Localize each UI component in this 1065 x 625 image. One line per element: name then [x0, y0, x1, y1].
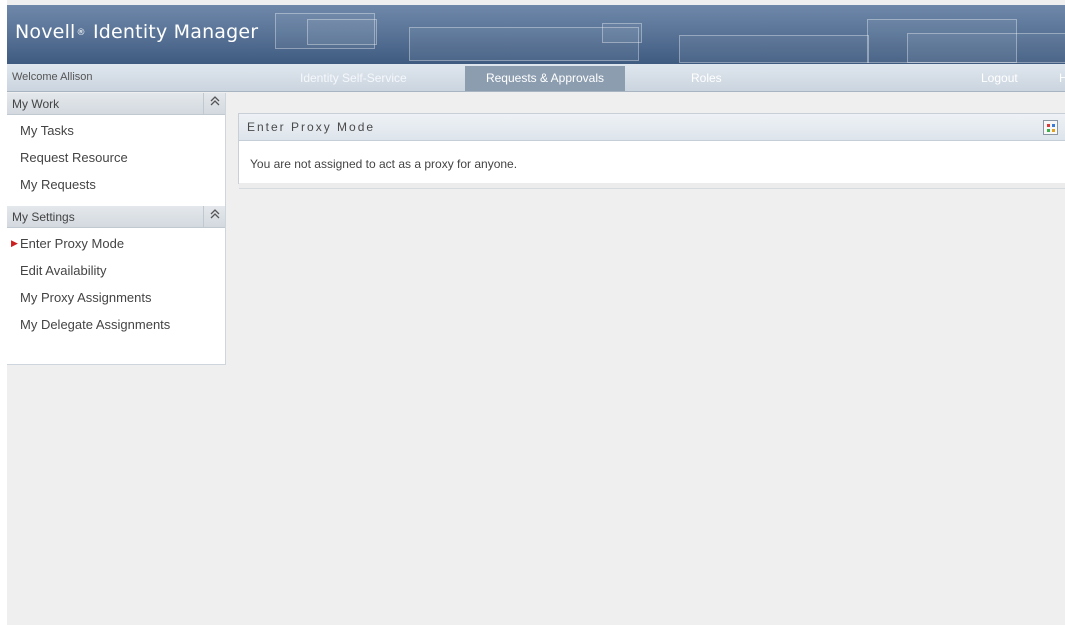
section-header-my-settings: My Settings [7, 206, 225, 228]
section-items-my-work: My Tasks Request Resource My Requests [7, 115, 225, 198]
banner-decoration [307, 19, 377, 45]
sidebar-item-enter-proxy-mode[interactable]: ▶ Enter Proxy Mode [7, 230, 225, 257]
panel-header: Enter Proxy Mode [239, 114, 1065, 141]
sidebar-item-request-resource[interactable]: Request Resource [7, 144, 225, 171]
proxy-mode-panel: Enter Proxy Mode You are not assigned to… [238, 113, 1065, 189]
section-title: My Settings [12, 210, 75, 224]
section-items-my-settings: ▶ Enter Proxy Mode Edit Availability My P… [7, 228, 225, 338]
sidebar-item-my-tasks[interactable]: My Tasks [7, 117, 225, 144]
welcome-text: Welcome Allison [12, 71, 93, 83]
registered-mark: ® [76, 27, 86, 38]
double-chevron-up-icon[interactable] [203, 93, 225, 114]
double-chevron-up-icon[interactable] [203, 206, 225, 227]
tab-identity-self-service[interactable]: Identity Self-Service [292, 66, 415, 91]
app-title-suffix: Identity Manager [86, 21, 259, 43]
help-link[interactable]: H [1059, 66, 1065, 91]
app-title-prefix: Novell [15, 21, 76, 43]
sidebar-item-my-requests[interactable]: My Requests [7, 171, 225, 198]
sidebar: My Work My Tasks Request Resource My Req… [7, 93, 226, 365]
sidebar-item-my-proxy-assignments[interactable]: My Proxy Assignments [7, 284, 225, 311]
app-title: Novell® Identity Manager [15, 21, 258, 43]
section-header-my-work: My Work [7, 93, 225, 115]
app-banner: Novell® Identity Manager [7, 5, 1065, 64]
banner-decoration [907, 33, 1065, 63]
sidebar-item-label: Enter Proxy Mode [20, 236, 125, 251]
active-arrow-icon: ▶ [11, 238, 18, 248]
logout-link[interactable]: Logout [981, 66, 1018, 91]
tab-requests-approvals[interactable]: Requests & Approvals [465, 66, 625, 91]
top-nav: Welcome Allison Identity Self-Service Re… [7, 64, 1065, 92]
panel-footer [239, 183, 1065, 189]
banner-decoration [679, 35, 869, 63]
panel-message: You are not assigned to act as a proxy f… [250, 157, 518, 171]
sidebar-item-edit-availability[interactable]: Edit Availability [7, 257, 225, 284]
app-frame: Novell® Identity Manager Welcome Allison… [7, 0, 1065, 625]
panel-title: Enter Proxy Mode [247, 120, 376, 134]
sidebar-item-my-delegate-assignments[interactable]: My Delegate Assignments [7, 311, 225, 338]
panel-menu-icon[interactable] [1043, 120, 1058, 135]
banner-decoration [602, 23, 642, 43]
tab-roles[interactable]: Roles [683, 66, 730, 91]
section-title: My Work [12, 97, 60, 111]
